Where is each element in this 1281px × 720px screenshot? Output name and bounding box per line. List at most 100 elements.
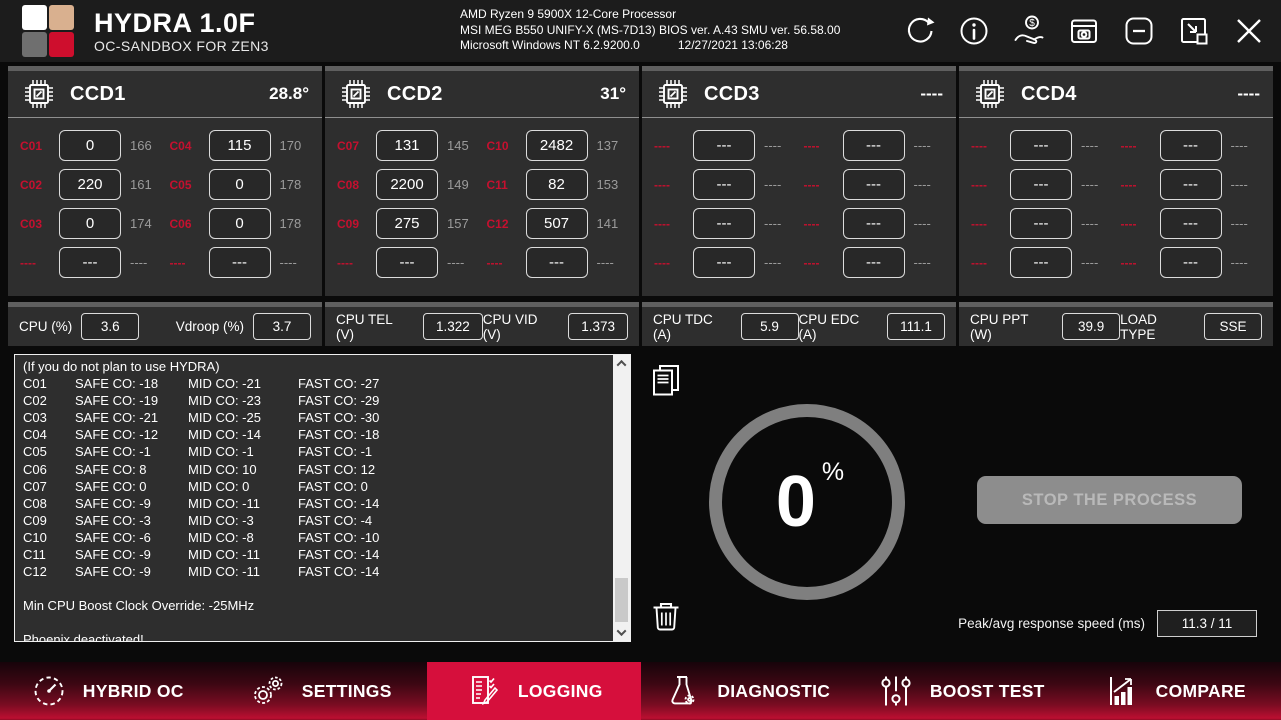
log-output[interactable]: (If you do not plan to use HYDRA) C01 SA… xyxy=(14,354,631,642)
screenshot-icon[interactable] xyxy=(1066,13,1102,49)
log-mid-co: MID CO: -21 xyxy=(188,376,261,392)
log-safe-co: SAFE CO: 0 xyxy=(75,478,147,494)
datetime: 12/27/2021 13:06:28 xyxy=(677,38,788,52)
motherboard-info: MSI MEG B550 UNIFY-X (MS-7D13) BIOS ver.… xyxy=(460,22,841,37)
cpu-vid-value[interactable]: 1.373 xyxy=(568,313,628,340)
core-value-box[interactable]: --- xyxy=(1010,130,1072,161)
core-value-box[interactable]: 2482 xyxy=(525,130,588,161)
core-value-box[interactable]: --- xyxy=(693,247,755,278)
core-value-box[interactable]: --- xyxy=(59,247,121,278)
tab-logging[interactable]: LOGGING xyxy=(427,662,641,720)
cpu-usage-value[interactable]: 3.6 xyxy=(81,313,140,340)
clear-log-button[interactable] xyxy=(648,598,684,637)
log-core: C10 xyxy=(23,529,47,545)
core-value-box[interactable]: --- xyxy=(1159,208,1222,239)
load-type-value[interactable]: SSE xyxy=(1204,313,1262,340)
core-value-box[interactable]: --- xyxy=(842,247,905,278)
response-speed-value[interactable]: 11.3 / 11 xyxy=(1157,610,1257,637)
core-value-box[interactable]: --- xyxy=(693,208,755,239)
log-safe-co: SAFE CO: -9 xyxy=(75,564,151,580)
core-metric: 153 xyxy=(596,177,619,192)
log-header-line: (If you do not plan to use HYDRA) xyxy=(23,359,220,374)
core-metric: ---- xyxy=(596,255,614,270)
core-value-box[interactable]: --- xyxy=(1010,208,1072,239)
core-value-box[interactable]: 0 xyxy=(208,169,271,200)
core-label: ---- xyxy=(971,255,987,270)
tab-diagnostic[interactable]: DIAGNOSTIC xyxy=(641,662,855,720)
refresh-icon[interactable] xyxy=(901,13,937,49)
core-value-box[interactable]: --- xyxy=(1159,169,1222,200)
response-speed: Peak/avg response speed (ms) 11.3 / 11 xyxy=(958,610,1257,637)
ccd-temperature: ---- xyxy=(1237,84,1260,103)
log-core: C08 xyxy=(23,495,47,511)
core-metric: ---- xyxy=(279,255,297,270)
core-label: ---- xyxy=(654,216,670,231)
core-label: C10 xyxy=(486,138,509,153)
scroll-down-icon[interactable] xyxy=(613,624,630,641)
core-value-box[interactable]: --- xyxy=(1010,169,1072,200)
core-value-box[interactable]: 507 xyxy=(525,208,588,239)
progress-unit: % xyxy=(821,457,845,486)
ccd-name: CCD1 xyxy=(70,82,126,105)
core-value-box[interactable]: --- xyxy=(842,208,905,239)
core-value-box[interactable]: 220 xyxy=(59,169,121,200)
core-metric: 145 xyxy=(447,138,469,153)
tab-boost-test[interactable]: BOOST TEST xyxy=(854,662,1068,720)
cpu-edc-value[interactable]: 111.1 xyxy=(887,313,945,340)
scrollbar-thumb[interactable] xyxy=(615,578,628,622)
core-metric: 166 xyxy=(130,138,152,153)
info-icon[interactable] xyxy=(956,13,992,49)
cpu-tel-value[interactable]: 1.322 xyxy=(422,313,483,340)
core-value-box[interactable]: --- xyxy=(842,130,905,161)
minimize-icon[interactable] xyxy=(1121,13,1157,49)
core-value-box[interactable]: --- xyxy=(1159,247,1222,278)
ccd1-panel: CCD1 28.8° C01 0 166 C04 115 170 C02 220… xyxy=(8,66,322,296)
core-value-box[interactable]: 0 xyxy=(59,130,121,161)
cpu-tdc-value[interactable]: 5.9 xyxy=(740,313,799,340)
core-value-box[interactable]: 0 xyxy=(59,208,121,239)
tab-settings[interactable]: SETTINGS xyxy=(214,662,428,720)
close-icon[interactable] xyxy=(1231,13,1267,49)
core-value-box[interactable]: --- xyxy=(1159,130,1222,161)
vdroop-value[interactable]: 3.7 xyxy=(253,313,311,340)
donate-icon[interactable]: $ xyxy=(1011,13,1047,49)
tab-compare[interactable]: COMPARE xyxy=(1068,662,1281,720)
core-label: C09 xyxy=(337,216,360,231)
nav-label: SETTINGS xyxy=(301,680,392,701)
tab-hybrid-oc[interactable]: HYBRID OC xyxy=(0,662,214,720)
copy-log-button[interactable] xyxy=(649,362,685,401)
nav-label: LOGGING xyxy=(517,680,603,701)
core-metric: 149 xyxy=(447,177,469,192)
core-list: C01 0 166 C04 115 170 C02 220 161 C05 0 xyxy=(8,118,322,282)
core-value-box[interactable]: --- xyxy=(693,130,755,161)
log-fast-co: FAST CO: -29 xyxy=(298,393,380,409)
core-value-box[interactable]: 2200 xyxy=(376,169,438,200)
app-header: HYDRA 1.0F OC-SANDBOX FOR ZEN3 AMD Ryzen… xyxy=(0,0,1281,62)
core-value-box[interactable]: --- xyxy=(693,169,755,200)
stat-label: CPU TDC (A) xyxy=(653,311,713,342)
scroll-up-icon[interactable] xyxy=(613,355,630,372)
core-value-box[interactable]: 131 xyxy=(376,130,438,161)
core-value-box[interactable]: --- xyxy=(525,247,588,278)
stop-process-button[interactable]: STOP THE PROCESS xyxy=(977,476,1242,524)
core-value-box[interactable]: 115 xyxy=(208,130,271,161)
log-mid-co: MID CO: -14 xyxy=(188,427,261,443)
core-value-box[interactable]: 82 xyxy=(525,169,588,200)
log-scrollbar[interactable] xyxy=(613,355,630,641)
log-safe-co: SAFE CO: 8 xyxy=(75,461,147,477)
log-fast-co: FAST CO: -27 xyxy=(298,376,380,392)
core-value-box[interactable]: --- xyxy=(376,247,438,278)
cpu-ppt-value[interactable]: 39.9 xyxy=(1062,313,1121,340)
core-metric: ---- xyxy=(764,255,782,270)
core-list: ---- --- ---- ---- --- ---- ---- --- ---… xyxy=(642,118,956,282)
core-value-box[interactable]: --- xyxy=(842,169,905,200)
core-value-box[interactable]: --- xyxy=(208,247,271,278)
log-core: C07 xyxy=(23,478,47,494)
core-value-box[interactable]: 0 xyxy=(208,208,271,239)
core-value-box[interactable]: 275 xyxy=(376,208,438,239)
minimize-to-tray-icon[interactable] xyxy=(1176,13,1212,49)
core-list: ---- --- ---- ---- --- ---- ---- --- ---… xyxy=(959,118,1273,282)
log-fast-co: FAST CO: -4 xyxy=(298,512,373,528)
core-value-box[interactable]: --- xyxy=(1010,247,1072,278)
log-mid-co: MID CO: -1 xyxy=(188,444,254,460)
